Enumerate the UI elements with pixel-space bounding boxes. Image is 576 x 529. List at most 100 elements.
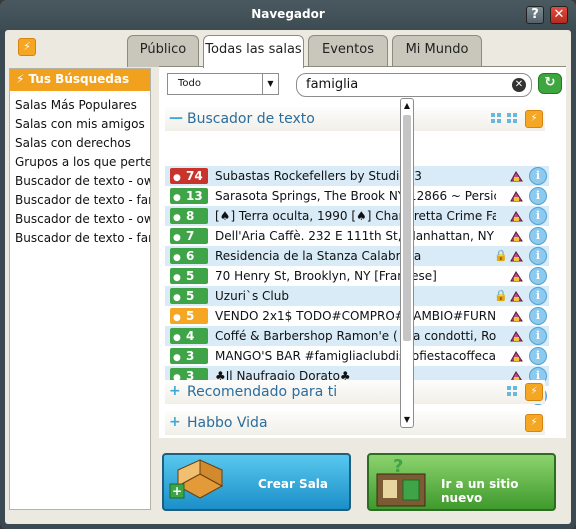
room-row[interactable]: ● 7 Dell'Aria Caffè. 232 E 111th St, Manha… <box>165 226 549 246</box>
search-value: famiglia <box>306 77 359 92</box>
tab-eventos[interactable]: Eventos <box>308 35 388 67</box>
group-icon[interactable] <box>510 250 523 262</box>
user-icon: ● <box>173 313 181 323</box>
group-icon[interactable] <box>510 210 523 222</box>
group-icon[interactable] <box>510 330 523 342</box>
navigator-window: Navegador ? ✕ ⚡ Público Todas las salas … <box>0 0 576 529</box>
collapse-icon[interactable]: — <box>169 110 183 126</box>
user-count: 5 <box>186 309 195 323</box>
create-room-button[interactable]: + Crear Sala <box>162 453 351 511</box>
user-icon: ● <box>173 193 181 203</box>
go-to-room-button[interactable]: ? Ir a un sitio nuevo <box>367 453 556 511</box>
user-count: 5 <box>186 289 195 303</box>
clear-search-icon[interactable]: ✕ <box>512 78 526 92</box>
user-icon: ● <box>173 233 181 243</box>
saved-search-item[interactable]: Salas con derechos <box>10 134 150 153</box>
group-icon[interactable] <box>510 230 523 242</box>
user-icon: ● <box>173 273 181 283</box>
room-row[interactable]: ● 3 MANGO'S BAR #famigliaclubdiscofiestaco… <box>165 346 549 366</box>
list-view-icon[interactable] <box>507 113 517 123</box>
info-icon[interactable]: i <box>529 247 547 265</box>
room-row[interactable]: ● 5 VENDO 2x1$ TODO#COMPRO#CAMBIO#FURNIS i <box>165 306 549 326</box>
user-count-badge: ● 5 <box>170 308 208 324</box>
expand-icon[interactable]: + <box>169 414 181 430</box>
saved-searches-header[interactable]: ⚡ Tus Búsquedas <box>10 69 150 91</box>
group-icon[interactable] <box>510 190 523 202</box>
saved-search-item[interactable]: Salas Más Populares <box>10 96 150 115</box>
section-habbo-vida[interactable]: + Habbo Vida ⚡ <box>165 411 545 435</box>
room-row[interactable]: ● 4 Coffé & Barbershop Ramon'e ( Vía condo… <box>165 326 549 346</box>
room-row[interactable]: ● 74 Subastas Rockefellers by Studio33 i <box>165 166 549 186</box>
flash-icon[interactable]: ⚡ <box>525 110 543 128</box>
room-list-scrollbar[interactable]: ▲ ▼ <box>400 98 414 428</box>
navigator-content: ⚡ Público Todas las salas Eventos Mi Mun… <box>5 30 571 524</box>
saved-search-item[interactable]: Buscador de texto - fan <box>10 191 150 210</box>
info-icon[interactable]: i <box>529 327 547 345</box>
search-input[interactable]: famiglia ✕ <box>296 73 532 97</box>
title-bar[interactable]: Navegador ? ✕ <box>0 0 576 30</box>
user-count-badge: ● 6 <box>170 248 208 264</box>
room-name: Uzuri`s Club <box>215 289 289 303</box>
user-icon: ● <box>173 213 181 223</box>
refresh-icon[interactable]: ↻ <box>538 73 562 94</box>
user-count: 6 <box>186 249 195 263</box>
group-icon[interactable] <box>510 170 523 182</box>
info-icon[interactable]: i <box>529 267 547 285</box>
room-name: Dell'Aria Caffè. 232 E 111th St, Manhatt… <box>215 229 494 243</box>
room-name: 70 Henry St, Brooklyn, NY [Franzese] <box>215 269 437 283</box>
group-icon[interactable] <box>510 290 523 302</box>
scroll-down-icon[interactable]: ▼ <box>401 413 413 427</box>
room-row[interactable]: ● 13 Sarasota Springs, The Brook NY 12866 … <box>165 186 549 206</box>
tab-mi-mundo[interactable]: Mi Mundo <box>392 35 482 67</box>
user-icon: ● <box>173 293 181 303</box>
grid-view-icon[interactable] <box>507 386 517 396</box>
chevron-down-icon[interactable]: ▼ <box>262 74 278 94</box>
section-title: Buscador de texto <box>187 111 315 127</box>
user-count-badge: ● 74 <box>170 168 208 184</box>
user-count-badge: ● 8 <box>170 208 208 224</box>
group-icon[interactable] <box>510 350 523 362</box>
room-row[interactable]: ● 8 [♠] Terra oculta, 1990 [♠] Changretta … <box>165 206 549 226</box>
flash-icon[interactable]: ⚡ <box>525 414 543 432</box>
help-button[interactable]: ? <box>526 6 544 24</box>
tab-todas-las-salas[interactable]: Todas las salas <box>203 35 304 68</box>
filter-dropdown[interactable]: Todo ▼ <box>167 73 279 95</box>
scroll-thumb[interactable] <box>403 115 411 341</box>
section-recommended[interactable]: + Recomendado para ti ⚡ <box>165 380 545 404</box>
info-icon[interactable]: i <box>529 207 547 225</box>
group-icon[interactable] <box>510 310 523 322</box>
saved-search-item[interactable]: Buscador de texto - ow <box>10 210 150 229</box>
close-button[interactable]: ✕ <box>550 6 568 24</box>
tab-publico[interactable]: Público <box>127 35 199 67</box>
room-name: Sarasota Springs, The Brook NY 12866 ~ P… <box>215 189 496 203</box>
section-text-search[interactable]: — Buscador de texto ⚡ <box>165 107 545 131</box>
flash-icon[interactable]: ⚡ <box>525 383 543 401</box>
grid-view-icon[interactable] <box>491 113 501 123</box>
scroll-up-icon[interactable]: ▲ <box>401 99 413 113</box>
saved-search-item[interactable]: Grupos a los que perte <box>10 153 150 172</box>
room-name: MANGO'S BAR #famigliaclubdiscofiestacoff… <box>215 349 496 363</box>
saved-search-item[interactable]: Salas con mis amigos <box>10 115 150 134</box>
flash-icon: ⚡ <box>16 72 25 86</box>
user-count: 74 <box>186 169 203 183</box>
expand-icon[interactable]: + <box>169 383 181 399</box>
room-name: VENDO 2x1$ TODO#COMPRO#CAMBIO#FURNIS <box>215 309 496 323</box>
info-icon[interactable]: i <box>529 307 547 325</box>
saved-search-item[interactable]: Buscador de texto - fan <box>10 229 150 248</box>
user-icon: ● <box>173 353 181 363</box>
lock-icon: 🔒 <box>494 249 508 262</box>
info-icon[interactable]: i <box>529 167 547 185</box>
saved-searches-title: Tus Búsquedas <box>28 72 130 86</box>
saved-search-item[interactable]: Buscador de texto - ow <box>10 172 150 191</box>
room-row[interactable]: ● 5 70 Henry St, Brooklyn, NY [Franzese] i <box>165 266 549 286</box>
room-name: [♠] Terra oculta, 1990 [♠] Changretta Cr… <box>215 209 496 223</box>
section-title: Habbo Vida <box>187 415 268 431</box>
info-icon[interactable]: i <box>529 227 547 245</box>
group-icon[interactable] <box>510 270 523 282</box>
room-row[interactable]: ● 6 Residencia de la Stanza Calabresa 🔒 i <box>165 246 549 266</box>
info-icon[interactable]: i <box>529 347 547 365</box>
flash-icon[interactable]: ⚡ <box>18 38 36 56</box>
info-icon[interactable]: i <box>529 187 547 205</box>
info-icon[interactable]: i <box>529 287 547 305</box>
room-row[interactable]: ● 5 Uzuri`s Club 🔒 i <box>165 286 549 306</box>
